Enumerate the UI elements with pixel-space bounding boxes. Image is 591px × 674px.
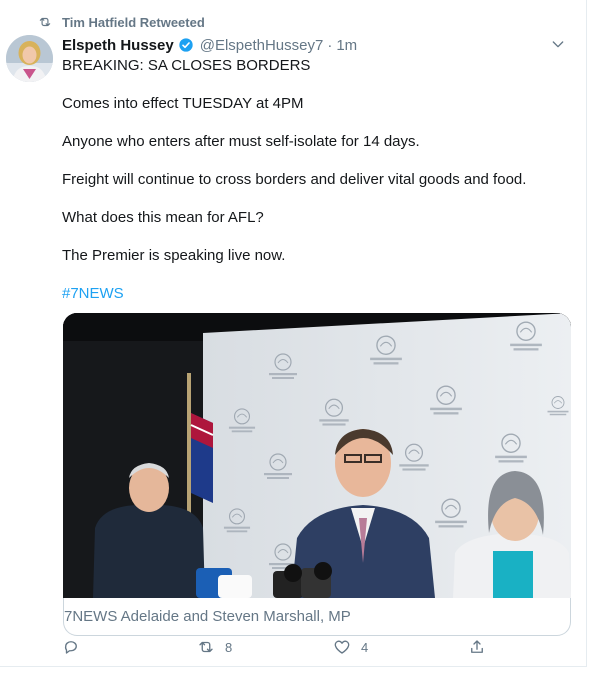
retweet-button[interactable]: 8 (197, 638, 232, 656)
share-button[interactable] (468, 638, 486, 656)
tweet-photo[interactable] (63, 313, 571, 598)
tweet-line: The Premier is speaking live now. (62, 247, 286, 264)
tweet-actions: 8 4 (62, 638, 492, 658)
retweet-icon (39, 17, 51, 27)
retweet-context: Tim Hatfield Retweeted (38, 12, 205, 32)
author-handle[interactable]: @ElspethHussey7 (200, 37, 324, 54)
tweet-text: BREAKING: SA CLOSES BORDERS Comes into e… (62, 56, 572, 304)
tweet-line: Comes into effect TUESDAY at 4PM (62, 95, 304, 112)
avatar[interactable] (6, 35, 53, 82)
media-caption-text: 7NEWS Adelaide and Steven Marshall, MP (64, 608, 351, 625)
retweeter-label[interactable]: Tim Hatfield Retweeted (62, 15, 205, 30)
media-caption[interactable]: 7NEWS Adelaide and Steven Marshall, MP (63, 598, 571, 636)
reply-button[interactable] (62, 638, 90, 656)
like-count: 4 (361, 639, 369, 655)
tweet-header: Elspeth Hussey @ElspethHussey7 · 1m (62, 34, 566, 56)
separator-dot: · (327, 36, 333, 54)
author-name[interactable]: Elspeth Hussey (62, 37, 174, 54)
tweet-card[interactable]: Tim Hatfield Retweeted Elspeth Hussey @E… (0, 0, 587, 667)
tweet-line: Anyone who enters after must self-isolat… (62, 133, 420, 150)
tweet-line: Freight will continue to cross borders a… (62, 171, 527, 188)
tweet-line: BREAKING: SA CLOSES BORDERS (62, 57, 311, 74)
retweet-count: 8 (225, 639, 233, 655)
tweet-line: What does this mean for AFL? (62, 209, 264, 226)
like-button[interactable]: 4 (333, 638, 368, 656)
chevron-down-icon[interactable] (550, 36, 566, 52)
timestamp[interactable]: 1m (336, 37, 357, 54)
retweet-icon (199, 641, 213, 653)
reply-icon (64, 641, 77, 654)
share-icon (471, 640, 483, 653)
heart-icon (334, 640, 350, 654)
verified-badge-icon (179, 38, 193, 52)
hashtag-link[interactable]: #7NEWS (62, 284, 572, 304)
